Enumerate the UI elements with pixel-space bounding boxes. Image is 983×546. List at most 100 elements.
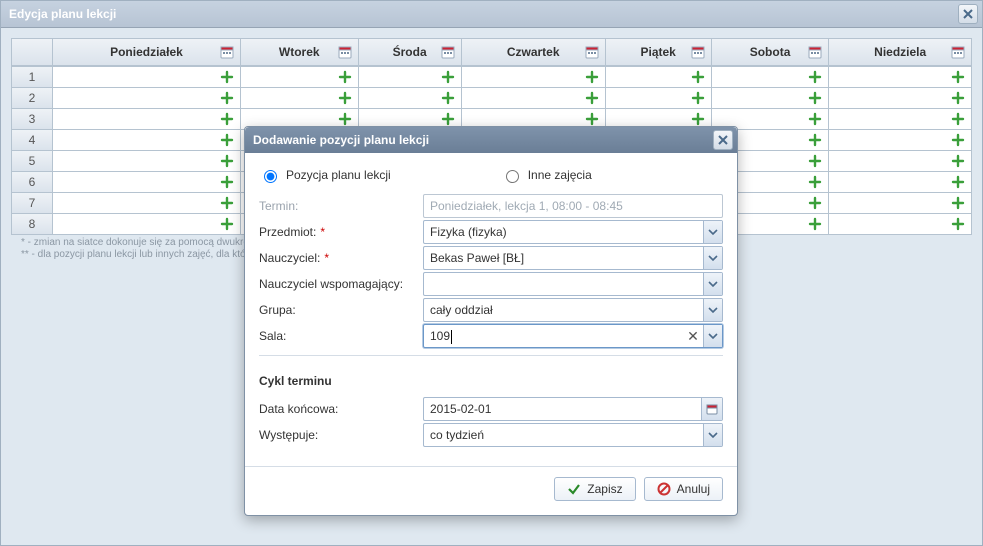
chevron-down-icon[interactable] (703, 221, 722, 243)
plus-icon[interactable] (220, 112, 234, 126)
termin-value: Poniedziałek, lekcja 1, 08:00 - 08:45 (423, 194, 723, 218)
przedmiot-combo[interactable]: Fizyka (fizyka) (423, 220, 723, 244)
plus-icon[interactable] (220, 91, 234, 105)
close-icon[interactable] (713, 130, 733, 150)
plus-icon[interactable] (338, 70, 352, 84)
grid-cell[interactable] (240, 87, 358, 108)
grid-cell[interactable] (358, 66, 461, 87)
plus-icon[interactable] (585, 91, 599, 105)
chevron-down-icon[interactable] (703, 325, 722, 347)
chevron-down-icon[interactable] (703, 247, 722, 269)
grid-cell[interactable] (828, 108, 971, 129)
grid-cell[interactable] (828, 87, 971, 108)
plus-icon[interactable] (338, 112, 352, 126)
grid-cell[interactable] (52, 213, 240, 234)
radio-lesson-input[interactable] (264, 170, 277, 183)
grid-cell[interactable] (52, 171, 240, 192)
calendar-icon[interactable] (338, 45, 352, 59)
plus-icon[interactable] (951, 112, 965, 126)
plus-icon[interactable] (441, 112, 455, 126)
chevron-down-icon[interactable] (703, 299, 722, 321)
plus-icon[interactable] (220, 196, 234, 210)
plus-icon[interactable] (951, 154, 965, 168)
cancel-button[interactable]: Anuluj (644, 477, 723, 501)
grid-cell[interactable] (52, 150, 240, 171)
plus-icon[interactable] (808, 91, 822, 105)
grid-cell[interactable] (828, 150, 971, 171)
grupa-combo[interactable]: cały oddział (423, 298, 723, 322)
recurs-combo[interactable]: co tydzień (423, 423, 723, 447)
plus-icon[interactable] (220, 154, 234, 168)
plus-icon[interactable] (441, 70, 455, 84)
grid-cell[interactable] (52, 108, 240, 129)
grid-cell[interactable] (461, 66, 605, 87)
plus-icon[interactable] (220, 217, 234, 231)
calendar-icon[interactable] (808, 45, 822, 59)
calendar-icon[interactable] (441, 45, 455, 59)
plus-icon[interactable] (808, 112, 822, 126)
grid-cell[interactable] (52, 87, 240, 108)
plus-icon[interactable] (585, 112, 599, 126)
plus-icon[interactable] (220, 175, 234, 189)
plus-icon[interactable] (808, 217, 822, 231)
nauczyciel-value: Bekas Paweł [BŁ] (424, 247, 703, 269)
plus-icon[interactable] (951, 91, 965, 105)
plus-icon[interactable] (220, 133, 234, 147)
grid-cell[interactable] (358, 87, 461, 108)
day-header: Wtorek (240, 39, 358, 66)
row-number: 5 (12, 150, 52, 171)
grid-cell[interactable] (711, 87, 829, 108)
calendar-icon[interactable] (951, 45, 965, 59)
plus-icon[interactable] (441, 91, 455, 105)
grid-cell[interactable] (52, 66, 240, 87)
row-number: 1 (12, 66, 52, 87)
clear-icon[interactable]: ✕ (683, 325, 703, 347)
close-icon[interactable] (958, 4, 978, 24)
chevron-down-icon[interactable] (703, 424, 722, 446)
radio-lesson[interactable]: Pozycja planu lekcji (259, 167, 391, 183)
grid-cell[interactable] (605, 66, 711, 87)
grid-cell[interactable] (52, 192, 240, 213)
calendar-icon[interactable] (691, 45, 705, 59)
calendar-icon[interactable] (585, 45, 599, 59)
grid-cell[interactable] (828, 213, 971, 234)
grid-cell[interactable] (828, 171, 971, 192)
nauczyciel-combo[interactable]: Bekas Paweł [BŁ] (423, 246, 723, 270)
plus-icon[interactable] (691, 112, 705, 126)
chevron-down-icon[interactable] (703, 273, 722, 295)
calendar-icon[interactable] (220, 45, 234, 59)
radio-other[interactable]: Inne zajęcia (501, 167, 592, 183)
calendar-icon[interactable] (701, 398, 722, 420)
grid-cell[interactable] (605, 87, 711, 108)
day-header-label: Wtorek (279, 45, 320, 59)
grid-corner (12, 39, 52, 66)
plus-icon[interactable] (951, 217, 965, 231)
grid-cell[interactable] (461, 87, 605, 108)
plus-icon[interactable] (951, 70, 965, 84)
grid-cell[interactable] (828, 129, 971, 150)
plus-icon[interactable] (808, 70, 822, 84)
end-date-input[interactable]: 2015-02-01 (423, 397, 723, 421)
modal-header: Dodawanie pozycji planu lekcji (245, 127, 737, 153)
grid-cell[interactable] (828, 66, 971, 87)
plus-icon[interactable] (585, 70, 599, 84)
plus-icon[interactable] (691, 91, 705, 105)
plus-icon[interactable] (951, 196, 965, 210)
plus-icon[interactable] (951, 175, 965, 189)
plus-icon[interactable] (691, 70, 705, 84)
radio-other-input[interactable] (506, 170, 519, 183)
grid-cell[interactable] (52, 129, 240, 150)
plus-icon[interactable] (220, 70, 234, 84)
plus-icon[interactable] (951, 133, 965, 147)
grid-cell[interactable] (828, 192, 971, 213)
save-button[interactable]: Zapisz (554, 477, 635, 501)
plus-icon[interactable] (808, 133, 822, 147)
plus-icon[interactable] (808, 154, 822, 168)
plus-icon[interactable] (338, 91, 352, 105)
plus-icon[interactable] (808, 196, 822, 210)
grid-cell[interactable] (711, 66, 829, 87)
grid-cell[interactable] (240, 66, 358, 87)
plus-icon[interactable] (808, 175, 822, 189)
sala-combo[interactable]: 109 ✕ (423, 324, 723, 348)
nauczyciel-wsp-combo[interactable] (423, 272, 723, 296)
